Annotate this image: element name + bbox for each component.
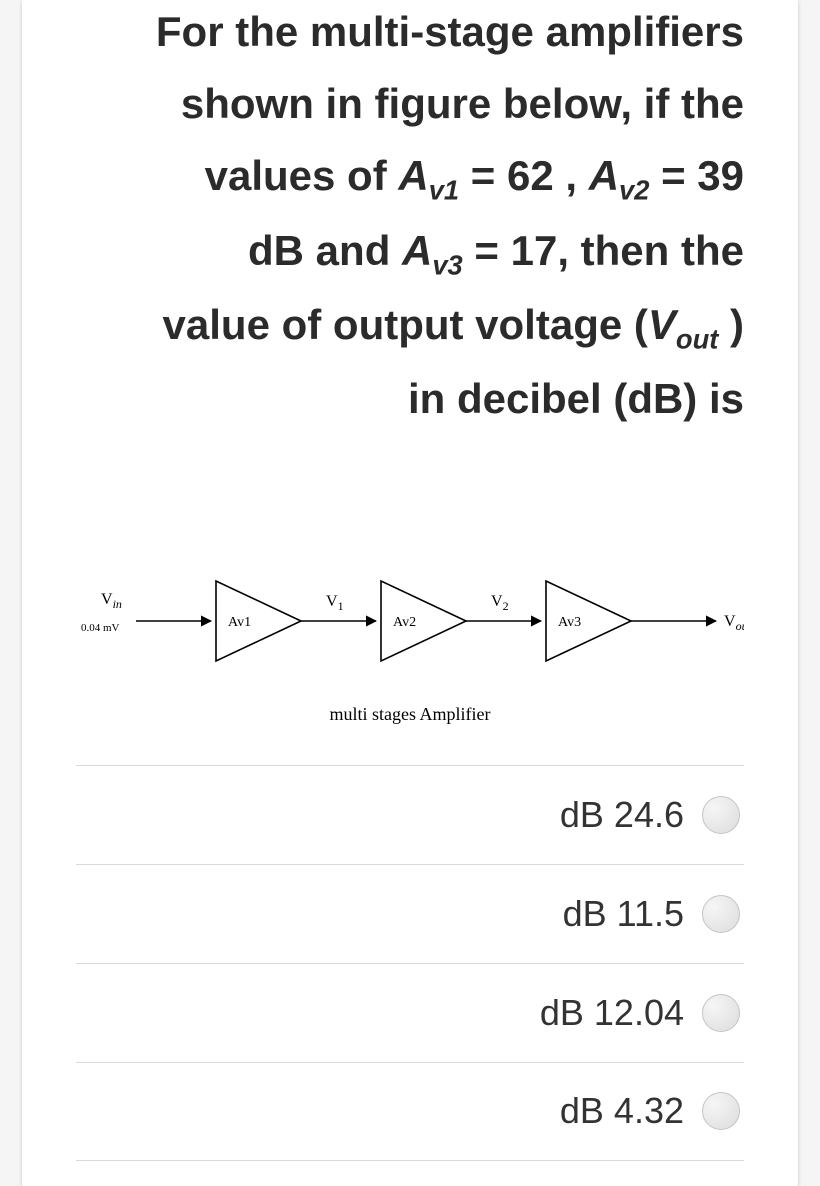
av3-sub: v3 [432,249,462,280]
figure: Vin 0.04 mV Av1 V1 Av2 V2 Av3 Vout multi… [76,556,744,725]
q-line3-prefix: values of [205,152,399,199]
av1-eq: = 62 , [459,152,589,199]
av2-symbol: A [589,152,619,199]
q-line1: For the multi-stage amplifiers [156,8,744,55]
amplifier-diagram-icon: Vin 0.04 mV Av1 V1 Av2 V2 Av3 Vout [76,556,744,686]
vin-source: 0.04 mV [81,622,120,634]
option-3[interactable]: dB 12.04 [76,963,744,1062]
radio-icon[interactable] [702,895,740,933]
av2-sub: v2 [619,175,649,206]
q-line5-prefix: value of output voltage ( [163,301,648,348]
q-line2: shown in figure below, if the [181,80,744,127]
q-line4-prefix: dB and [248,227,402,274]
vout-symbol: V [648,301,676,348]
radio-icon[interactable] [702,994,740,1032]
av1-symbol: A [398,152,428,199]
radio-icon[interactable] [702,1092,740,1130]
q-line6: in decibel (dB) is [408,375,744,422]
svg-text:V1: V1 [326,593,344,613]
question-text: For the multi-stage amplifiers shown in … [76,0,744,436]
vin-sub-svg: in [113,597,122,611]
option-2-label: dB 11.5 [563,893,684,935]
vout-sub: out [676,324,718,355]
av3-eq: = 17, then the [463,227,744,274]
option-2[interactable]: dB 11.5 [76,864,744,963]
option-4-label: dB 4.32 [560,1090,684,1132]
av2-eq: = 39 [649,152,744,199]
a2-label: Av2 [393,615,416,630]
q-line5-suffix: ) [718,301,744,348]
av3-symbol: A [402,227,432,274]
av1-sub: v1 [429,175,459,206]
v2-sub-svg: 2 [503,599,509,613]
answer-options: dB 24.6 dB 11.5 dB 12.04 dB 4.32 [76,765,744,1161]
option-1[interactable]: dB 24.6 [76,765,744,864]
question-text-block: For the multi-stage amplifiers shown in … [22,0,798,466]
svg-text:Vout: Vout [724,613,744,633]
radio-icon[interactable] [702,796,740,834]
option-3-label: dB 12.04 [540,992,684,1034]
svg-text:Vin: Vin [101,591,122,611]
vout-sub-svg: out [736,619,744,633]
a1-label: Av1 [228,615,251,630]
v1-sub-svg: 1 [338,599,344,613]
question-card: For the multi-stage amplifiers shown in … [22,0,798,1186]
a3-label: Av3 [558,615,581,630]
option-4[interactable]: dB 4.32 [76,1062,744,1161]
figure-caption: multi stages Amplifier [76,704,744,725]
svg-text:V2: V2 [491,593,509,613]
option-1-label: dB 24.6 [560,794,684,836]
